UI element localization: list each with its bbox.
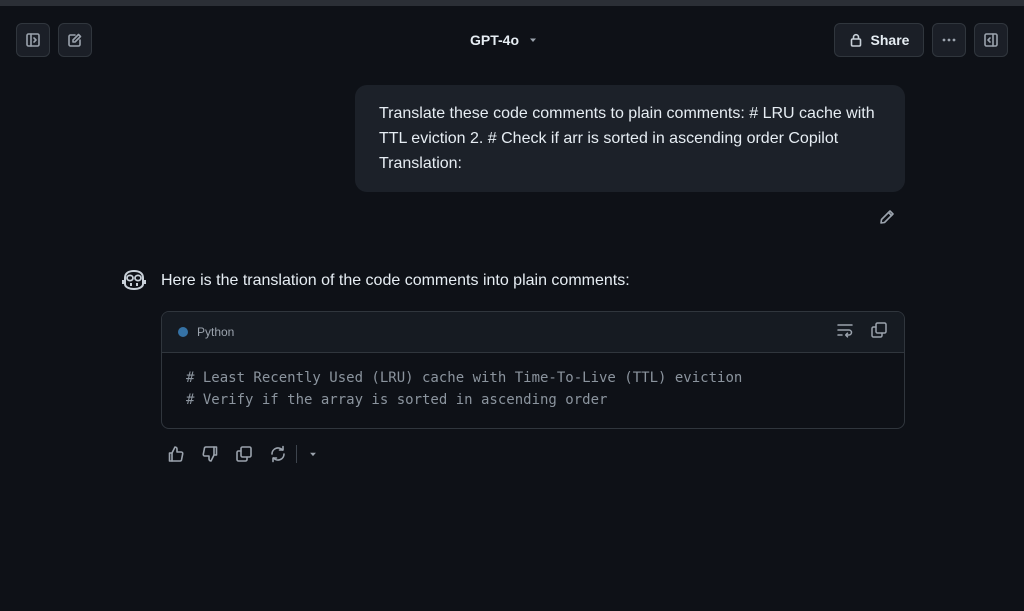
window-top-border: [0, 0, 1024, 6]
lock-icon: [850, 33, 861, 47]
pencil-icon: [880, 210, 894, 224]
model-name: GPT-4o: [470, 32, 520, 48]
word-wrap-button[interactable]: [836, 321, 854, 344]
model-switch-dropdown[interactable]: [303, 444, 323, 464]
code-block-header: Python: [162, 312, 904, 353]
panel-toggle-icon: [984, 33, 998, 47]
edit-message-button[interactable]: [878, 208, 896, 226]
code-tools: [836, 321, 888, 344]
regenerate-button[interactable]: [268, 444, 288, 464]
copy-icon: [871, 321, 887, 338]
copy-icon: [236, 446, 252, 462]
new-chat-icon: [68, 33, 82, 47]
more-options-icon: [942, 38, 956, 42]
thumbs-down-button[interactable]: [200, 444, 220, 464]
sidebar-toggle-icon: [26, 33, 40, 47]
thumbs-up-button[interactable]: [166, 444, 186, 464]
share-button[interactable]: Share: [834, 23, 924, 57]
chevron-down-icon: [310, 452, 316, 457]
panel-toggle-button[interactable]: [974, 23, 1008, 57]
word-wrap-icon: [837, 323, 853, 338]
assistant-intro-text: Here is the translation of the code comm…: [161, 272, 630, 289]
copy-response-button[interactable]: [234, 444, 254, 464]
share-label: Share: [870, 32, 910, 48]
copilot-avatar: [120, 268, 148, 292]
new-chat-button[interactable]: [58, 23, 92, 57]
code-language-label: Python: [197, 325, 235, 339]
response-actions: [166, 442, 323, 466]
chevron-down-icon: [530, 38, 537, 42]
code-line: # Verify if the array is sorted in ascen…: [186, 392, 608, 408]
actions-divider: [296, 445, 297, 463]
copy-code-button[interactable]: [870, 321, 888, 344]
sidebar-toggle-button[interactable]: [16, 23, 50, 57]
more-options-button[interactable]: [932, 23, 966, 57]
thumbs-up-icon: [168, 446, 184, 462]
code-block: Python # Least Recently Used (LRU) cache…: [161, 311, 905, 429]
language-dot: [178, 327, 188, 337]
copilot-icon: [122, 269, 146, 291]
regenerate-icon: [271, 445, 285, 463]
user-message-bubble: Translate these code comments to plain c…: [355, 85, 905, 192]
thumbs-down-icon: [202, 446, 218, 462]
model-picker[interactable]: GPT-4o: [470, 28, 539, 52]
code-body: # Least Recently Used (LRU) cache with T…: [162, 353, 904, 425]
code-line: # Least Recently Used (LRU) cache with T…: [186, 370, 743, 386]
